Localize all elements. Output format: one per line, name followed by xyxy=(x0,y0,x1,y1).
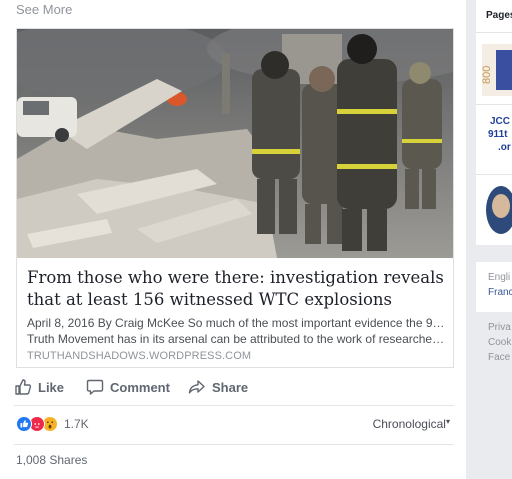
page-ad-thumbnail[interactable]: 800 xyxy=(481,44,512,96)
page-ad-line: .or xyxy=(498,142,511,153)
language-link[interactable]: Engli xyxy=(488,270,510,285)
divider xyxy=(476,32,512,33)
reactions-summary: 1.7K Chronological▾ xyxy=(16,413,454,435)
right-sidebar: Pages 800 JCC 911t .or Engli Franc Priva… xyxy=(476,0,512,479)
link-domain: TRUTHANDSHADOWS.WORDPRESS.COM xyxy=(27,350,252,362)
page-ad-line: JCC xyxy=(490,116,511,127)
sort-label: Chronological xyxy=(372,417,446,431)
divider xyxy=(14,405,454,406)
page-ad-label: 800 xyxy=(482,66,493,84)
divider xyxy=(476,174,512,175)
divider xyxy=(14,444,454,445)
link-description-line: Truth Movement has in its arsenal can be… xyxy=(27,332,447,346)
page-avatar[interactable] xyxy=(486,186,512,234)
thumbs-up-icon xyxy=(15,379,32,395)
language-link[interactable]: Franc xyxy=(488,285,512,300)
footer-link[interactable]: Cook xyxy=(488,335,511,350)
like-reaction-icon xyxy=(16,416,32,432)
like-label: Like xyxy=(38,379,65,395)
reaction-count[interactable]: 1.7K xyxy=(64,417,89,431)
page-ad-line: 911t xyxy=(488,129,508,140)
see-more-link[interactable]: See More xyxy=(16,2,72,17)
post-actions-bar: Like Comment Share xyxy=(14,376,454,398)
comment-icon xyxy=(86,379,104,395)
language-card: Engli Franc xyxy=(476,262,512,312)
link-description: April 8, 2016 By Craig McKee So much of … xyxy=(27,315,447,347)
feed-post: See More From those who were there: inve… xyxy=(0,0,466,479)
comment-button[interactable]: Comment xyxy=(86,376,170,398)
pages-card: Pages 800 JCC 911t .or xyxy=(476,0,512,245)
avatar-face xyxy=(492,194,510,218)
reaction-icons[interactable] xyxy=(16,416,62,432)
link-preview-image[interactable] xyxy=(17,29,453,258)
share-button[interactable]: Share xyxy=(188,376,248,398)
share-label: Share xyxy=(212,379,249,395)
page-ad-image: 800 xyxy=(481,50,512,90)
link-preview-card[interactable]: From those who were there: investigation… xyxy=(16,28,454,368)
link-title[interactable]: From those who were there: investigation… xyxy=(27,267,447,311)
pages-title: Pages xyxy=(486,10,512,21)
like-button[interactable]: Like xyxy=(14,376,64,398)
comment-sort-dropdown[interactable]: Chronological▾ xyxy=(373,417,450,431)
link-description-line: April 8, 2016 By Craig McKee So much of … xyxy=(27,316,447,330)
shares-count[interactable]: 1,008 Shares xyxy=(16,453,87,467)
footer-link[interactable]: Face xyxy=(488,350,510,365)
comment-label: Comment xyxy=(110,379,170,395)
footer-link[interactable]: Priva xyxy=(488,320,511,335)
divider xyxy=(476,104,512,105)
chevron-down-icon: ▾ xyxy=(445,417,450,426)
share-icon xyxy=(188,380,205,394)
